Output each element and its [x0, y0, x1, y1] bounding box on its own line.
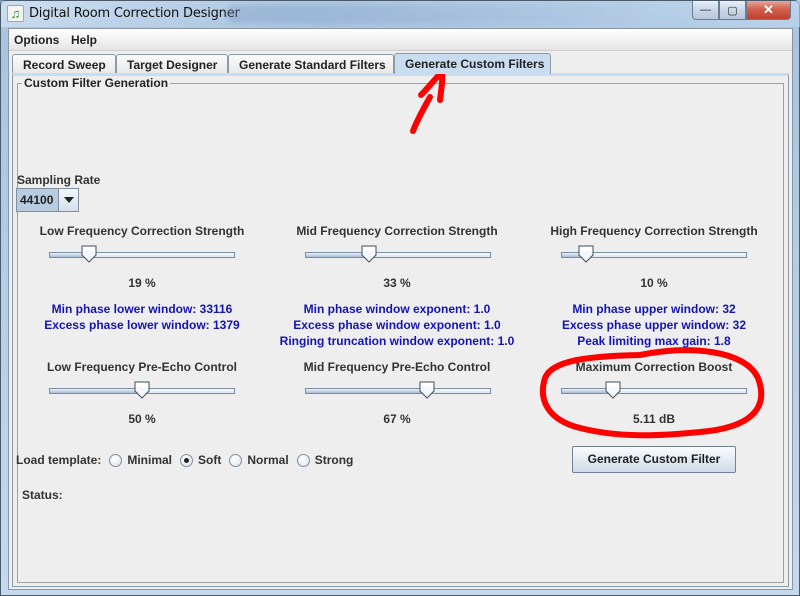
mid-freq-preecho-value: 67 % — [383, 412, 411, 426]
status-label: Status: — [22, 488, 63, 502]
radio-minimal[interactable] — [109, 453, 123, 467]
background-explorer-address-bar — [226, 5, 646, 23]
info-text: Peak limiting max gain: 1.8 — [577, 334, 731, 348]
low-freq-strength-slider[interactable] — [49, 245, 235, 263]
high-freq-strength-section: High Frequency Correction Strength — [532, 224, 776, 238]
close-icon: ✕ — [763, 2, 774, 17]
low-freq-preecho-label: Low Frequency Pre-Echo Control — [46, 360, 238, 374]
app-window: ♫ Digital Room Correction Designer — ▢ ✕… — [0, 0, 800, 596]
info-text: Ringing truncation window exponent: 1.0 — [279, 334, 515, 348]
radio-normal[interactable] — [229, 453, 243, 467]
radio-strong[interactable] — [296, 453, 310, 467]
low-freq-strength-value: 19 % — [128, 276, 156, 290]
info-text: Min phase upper window: 32 — [572, 302, 736, 316]
radio-normal-label[interactable]: Normal — [247, 453, 288, 467]
high-freq-strength-label: High Frequency Correction Strength — [550, 224, 758, 238]
title-bar[interactable]: ♫ Digital Room Correction Designer — ▢ ✕ — [1, 1, 800, 27]
tab-generate-custom-filters[interactable]: Generate Custom Filters — [394, 53, 551, 74]
slider-thumb[interactable] — [578, 245, 594, 263]
low-freq-preecho-value: 50 % — [128, 412, 156, 426]
minimize-button[interactable]: — — [692, 1, 719, 20]
low-freq-info: Min phase lower window: 33116 Excess pha… — [20, 301, 264, 333]
maximize-icon: ▢ — [727, 4, 738, 17]
info-text: Min phase window exponent: 1.0 — [303, 302, 491, 316]
info-text: Excess phase upper window: 32 — [561, 318, 747, 332]
template-radio-group: Load template: Minimal Soft Normal Stron… — [16, 451, 353, 469]
low-freq-preecho-slider[interactable] — [49, 381, 235, 399]
mid-freq-strength-slider[interactable] — [305, 245, 491, 263]
radio-minimal-label[interactable]: Minimal — [127, 453, 172, 467]
radio-soft-label[interactable]: Soft — [198, 453, 221, 467]
slider-thumb[interactable] — [419, 381, 435, 399]
dropdown-button[interactable] — [58, 189, 78, 211]
info-text: Min phase lower window: 33116 — [51, 302, 233, 316]
group-title: Custom Filter Generation — [22, 76, 171, 90]
window-title: Digital Room Correction Designer — [29, 6, 240, 21]
music-note-app-icon: ♫ — [7, 5, 24, 22]
tab-target-designer[interactable]: Target Designer — [116, 54, 228, 74]
tab-record-sweep[interactable]: Record Sweep — [12, 54, 116, 74]
max-boost-label: Maximum Correction Boost — [575, 360, 733, 374]
radio-strong-label[interactable]: Strong — [315, 453, 354, 467]
mid-freq-strength-label: Mid Frequency Correction Strength — [296, 224, 498, 238]
menu-bar: Options Help — [9, 29, 792, 51]
mid-freq-preecho-slider[interactable] — [305, 381, 491, 399]
mid-freq-preecho-label: Mid Frequency Pre-Echo Control — [303, 360, 491, 374]
close-button[interactable]: ✕ — [746, 1, 791, 20]
maximize-button[interactable]: ▢ — [719, 1, 746, 20]
chevron-down-icon — [63, 197, 74, 203]
slider-fill — [305, 252, 369, 258]
high-freq-strength-slider[interactable] — [561, 245, 747, 263]
sampling-rate-label: Sampling Rate — [17, 173, 101, 187]
low-freq-strength-section: Low Frequency Correction Strength — [20, 224, 264, 238]
max-boost-slider[interactable] — [561, 381, 747, 399]
sampling-rate-dropdown[interactable]: 44100 — [16, 188, 79, 212]
high-freq-strength-value: 10 % — [640, 276, 668, 290]
slider-thumb[interactable] — [81, 245, 97, 263]
slider-thumb[interactable] — [134, 381, 150, 399]
slider-thumb[interactable] — [361, 245, 377, 263]
generate-custom-filter-button[interactable]: Generate Custom Filter — [572, 446, 736, 473]
high-freq-info: Min phase upper window: 32 Excess phase … — [532, 301, 776, 349]
load-template-label: Load template: — [16, 453, 102, 467]
low-freq-strength-label: Low Frequency Correction Strength — [39, 224, 245, 238]
menu-options[interactable]: Options — [14, 33, 59, 47]
minimize-icon: — — [700, 4, 711, 16]
slider-thumb[interactable] — [605, 381, 621, 399]
mid-freq-strength-section: Mid Frequency Correction Strength — [275, 224, 519, 238]
sampling-rate-value: 44100 — [17, 189, 58, 211]
slider-fill — [305, 388, 427, 394]
slider-fill — [49, 388, 142, 394]
radio-soft[interactable] — [180, 453, 194, 467]
mid-freq-strength-value: 33 % — [383, 276, 411, 290]
max-boost-value: 5.11 dB — [632, 412, 676, 426]
menu-help[interactable]: Help — [71, 33, 97, 47]
tab-generate-standard-filters[interactable]: Generate Standard Filters — [228, 54, 394, 74]
info-text: Excess phase window exponent: 1.0 — [293, 318, 501, 332]
info-text: Excess phase lower window: 1379 — [44, 318, 240, 332]
mid-freq-info: Min phase window exponent: 1.0 Excess ph… — [270, 301, 524, 349]
